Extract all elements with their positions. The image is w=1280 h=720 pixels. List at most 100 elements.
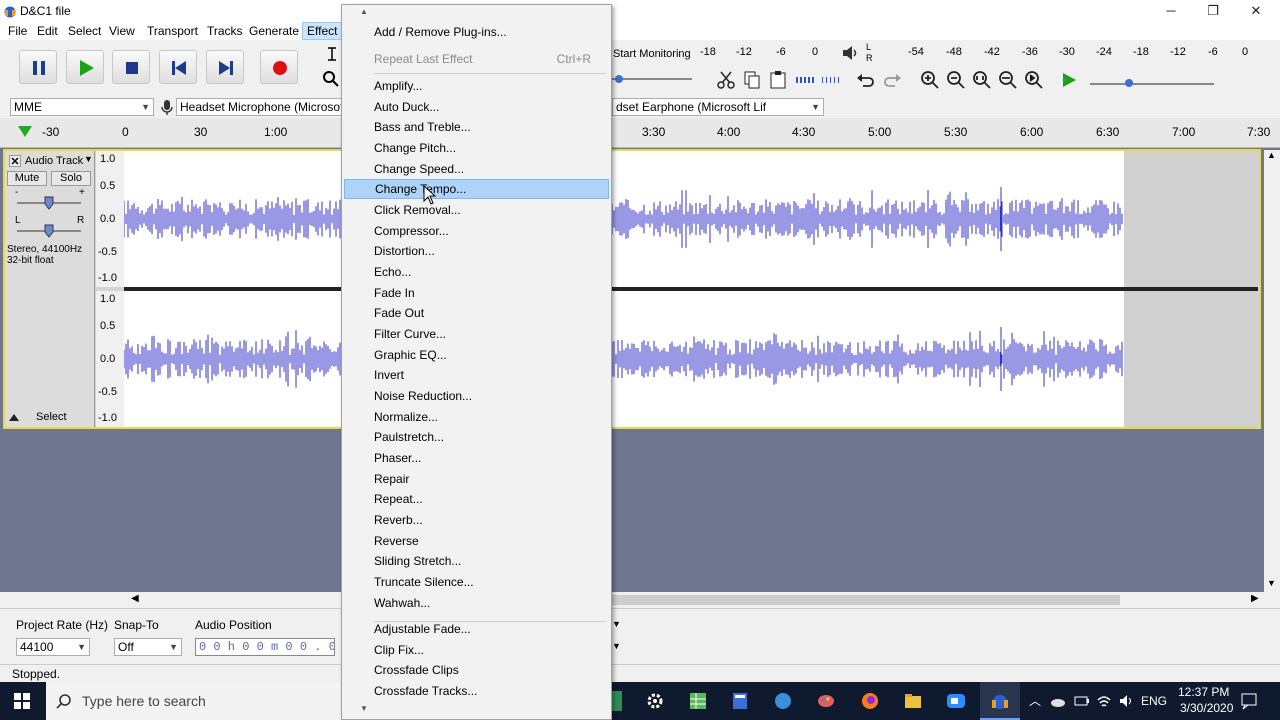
skip-to-end-button[interactable]: [206, 50, 244, 84]
snap-to-select[interactable]: Off ▼: [114, 638, 182, 656]
taskbar-search-box[interactable]: Type here to search: [46, 682, 342, 720]
volume-icon[interactable]: [1118, 693, 1134, 709]
menu-item-amplify[interactable]: Amplify...: [344, 76, 609, 96]
solo-button[interactable]: Solo: [51, 171, 91, 186]
scroll-left-icon[interactable]: ◀: [131, 593, 139, 604]
menu-item-truncate-silence[interactable]: Truncate Silence...: [344, 572, 609, 592]
menu-item-invert[interactable]: Invert: [344, 365, 609, 385]
language-indicator[interactable]: ENG: [1141, 694, 1167, 708]
menu-item-reverb[interactable]: Reverb...: [344, 510, 609, 530]
taskbar-audacity-active[interactable]: [980, 682, 1020, 720]
menu-item-fade-in[interactable]: Fade In: [344, 283, 609, 303]
menu-effect[interactable]: Effect: [302, 22, 343, 40]
empty-track-region[interactable]: [1124, 151, 1258, 287]
stop-button[interactable]: [112, 50, 150, 84]
windows-start-icon[interactable]: [14, 693, 30, 709]
clock-date[interactable]: 3/30/2020: [1180, 701, 1233, 715]
menu-scroll-up-icon[interactable]: ▲: [360, 7, 368, 16]
menu-item-change-tempo[interactable]: Change Tempo...: [344, 179, 609, 200]
menu-item-click-removal[interactable]: Click Removal...: [344, 200, 609, 220]
scroll-up-icon[interactable]: ▲: [1267, 150, 1276, 160]
settings-gear-icon[interactable]: [645, 691, 665, 711]
menu-file[interactable]: File: [4, 22, 31, 40]
trim-audio-icon[interactable]: [794, 70, 816, 90]
selection-tool-icon[interactable]: [324, 46, 340, 62]
paste-icon[interactable]: [768, 70, 788, 90]
zoom-out-icon[interactable]: [946, 70, 966, 90]
zoom-in-icon[interactable]: [920, 70, 940, 90]
timeline-ruler[interactable]: -30 0 30 1:00 3:30 4:00 4:30 5:00 5:30 6…: [0, 118, 1280, 148]
spreadsheet-app-icon[interactable]: [688, 691, 708, 711]
notifications-icon[interactable]: [1240, 692, 1258, 710]
project-rate-select[interactable]: 44100 ▼: [16, 638, 90, 656]
waveform-right-channel[interactable]: [123, 291, 1124, 427]
menu-item-sliding-stretch[interactable]: Sliding Stretch...: [344, 551, 609, 571]
recording-volume-slider[interactable]: [612, 78, 692, 80]
fit-project-icon[interactable]: [998, 70, 1018, 90]
paint-app-icon[interactable]: [816, 691, 836, 711]
start-monitoring-label[interactable]: Start Monitoring: [613, 48, 691, 60]
menu-item-bass-and-treble[interactable]: Bass and Treble...: [344, 117, 609, 137]
track-select-button[interactable]: Select: [36, 411, 67, 423]
close-button[interactable]: ✕: [1235, 0, 1277, 22]
menu-item-normalize[interactable]: Normalize...: [344, 407, 609, 427]
menu-item-filter-curve[interactable]: Filter Curve...: [344, 324, 609, 344]
copy-icon[interactable]: [742, 70, 762, 90]
track-name-menu[interactable]: Audio Track: [25, 155, 83, 167]
slider-thumb-icon[interactable]: [44, 196, 54, 210]
chevron-up-icon[interactable]: ︿: [1029, 692, 1041, 709]
chevron-down-icon[interactable]: ▼: [612, 619, 621, 629]
silence-audio-icon[interactable]: [820, 70, 842, 90]
menu-item-phaser[interactable]: Phaser...: [344, 448, 609, 468]
menu-item-graphic-eq[interactable]: Graphic EQ...: [344, 345, 609, 365]
menu-item-paulstretch[interactable]: Paulstretch...: [344, 427, 609, 447]
record-button[interactable]: [260, 50, 298, 84]
menu-item-noise-reduction[interactable]: Noise Reduction...: [344, 386, 609, 406]
wifi-icon[interactable]: [1096, 693, 1112, 709]
file-explorer-icon[interactable]: [903, 691, 923, 711]
vertical-scrollbar[interactable]: ▲ ▼: [1264, 150, 1280, 592]
menu-item-crossfade-clips[interactable]: Crossfade Clips: [344, 660, 609, 680]
minimize-button[interactable]: ─: [1150, 0, 1192, 22]
taskbar-app-excel-icon[interactable]: [612, 691, 622, 711]
mute-button[interactable]: Mute: [7, 171, 47, 186]
menu-item-repair[interactable]: Repair: [344, 469, 609, 489]
pause-button[interactable]: [19, 50, 57, 84]
menu-tracks[interactable]: Tracks: [203, 22, 247, 40]
menu-item-change-pitch[interactable]: Change Pitch...: [344, 138, 609, 158]
audio-position-field[interactable]: 0 0 h 0 0 m 0 0 . 0 0 0 s: [195, 638, 335, 656]
menu-select[interactable]: Select: [64, 22, 105, 40]
audio-host-select[interactable]: MME ▼: [10, 98, 154, 116]
undo-icon[interactable]: [856, 70, 876, 90]
scroll-down-icon[interactable]: ▼: [1267, 578, 1276, 588]
slider-thumb-icon[interactable]: [1124, 77, 1134, 89]
menu-item-add-remove-plugins[interactable]: Add / Remove Plug-ins...: [344, 22, 609, 42]
clock-time[interactable]: 12:37 PM: [1178, 685, 1229, 699]
scrollbar-thumb[interactable]: [612, 595, 1120, 605]
menu-item-repeat-last-effect[interactable]: Repeat Last Effect Ctrl+R: [344, 49, 609, 69]
edge-browser-icon[interactable]: [773, 691, 793, 711]
zoom-meetings-icon[interactable]: [946, 691, 966, 711]
menu-item-wahwah[interactable]: Wahwah...: [344, 593, 609, 613]
skip-to-start-button[interactable]: [159, 50, 197, 84]
zoom-toggle-icon[interactable]: [1024, 70, 1044, 90]
menu-generate[interactable]: Generate: [245, 22, 303, 40]
horizontal-scrollbar[interactable]: ◀ ▶: [0, 592, 1280, 608]
fit-selection-icon[interactable]: [972, 70, 992, 90]
menu-item-echo[interactable]: Echo...: [344, 262, 609, 282]
battery-icon[interactable]: [1074, 694, 1090, 708]
waveform-left-channel[interactable]: [123, 151, 1124, 287]
menu-edit[interactable]: Edit: [33, 22, 62, 40]
chevron-down-icon[interactable]: ▼: [612, 641, 621, 651]
menu-item-clip-fix[interactable]: Clip Fix...: [344, 640, 609, 660]
play-speed-slider[interactable]: [1090, 83, 1214, 85]
menu-item-adjustable-fade[interactable]: Adjustable Fade...: [344, 619, 609, 639]
speaker-icon[interactable]: [841, 44, 859, 62]
menu-transport[interactable]: Transport: [143, 22, 202, 40]
menu-view[interactable]: View: [105, 22, 139, 40]
play-at-speed-icon[interactable]: [1060, 70, 1078, 90]
menu-item-compressor[interactable]: Compressor...: [344, 221, 609, 241]
play-button[interactable]: [66, 50, 104, 84]
slider-thumb-icon[interactable]: [44, 224, 54, 238]
menu-item-change-speed[interactable]: Change Speed...: [344, 159, 609, 179]
